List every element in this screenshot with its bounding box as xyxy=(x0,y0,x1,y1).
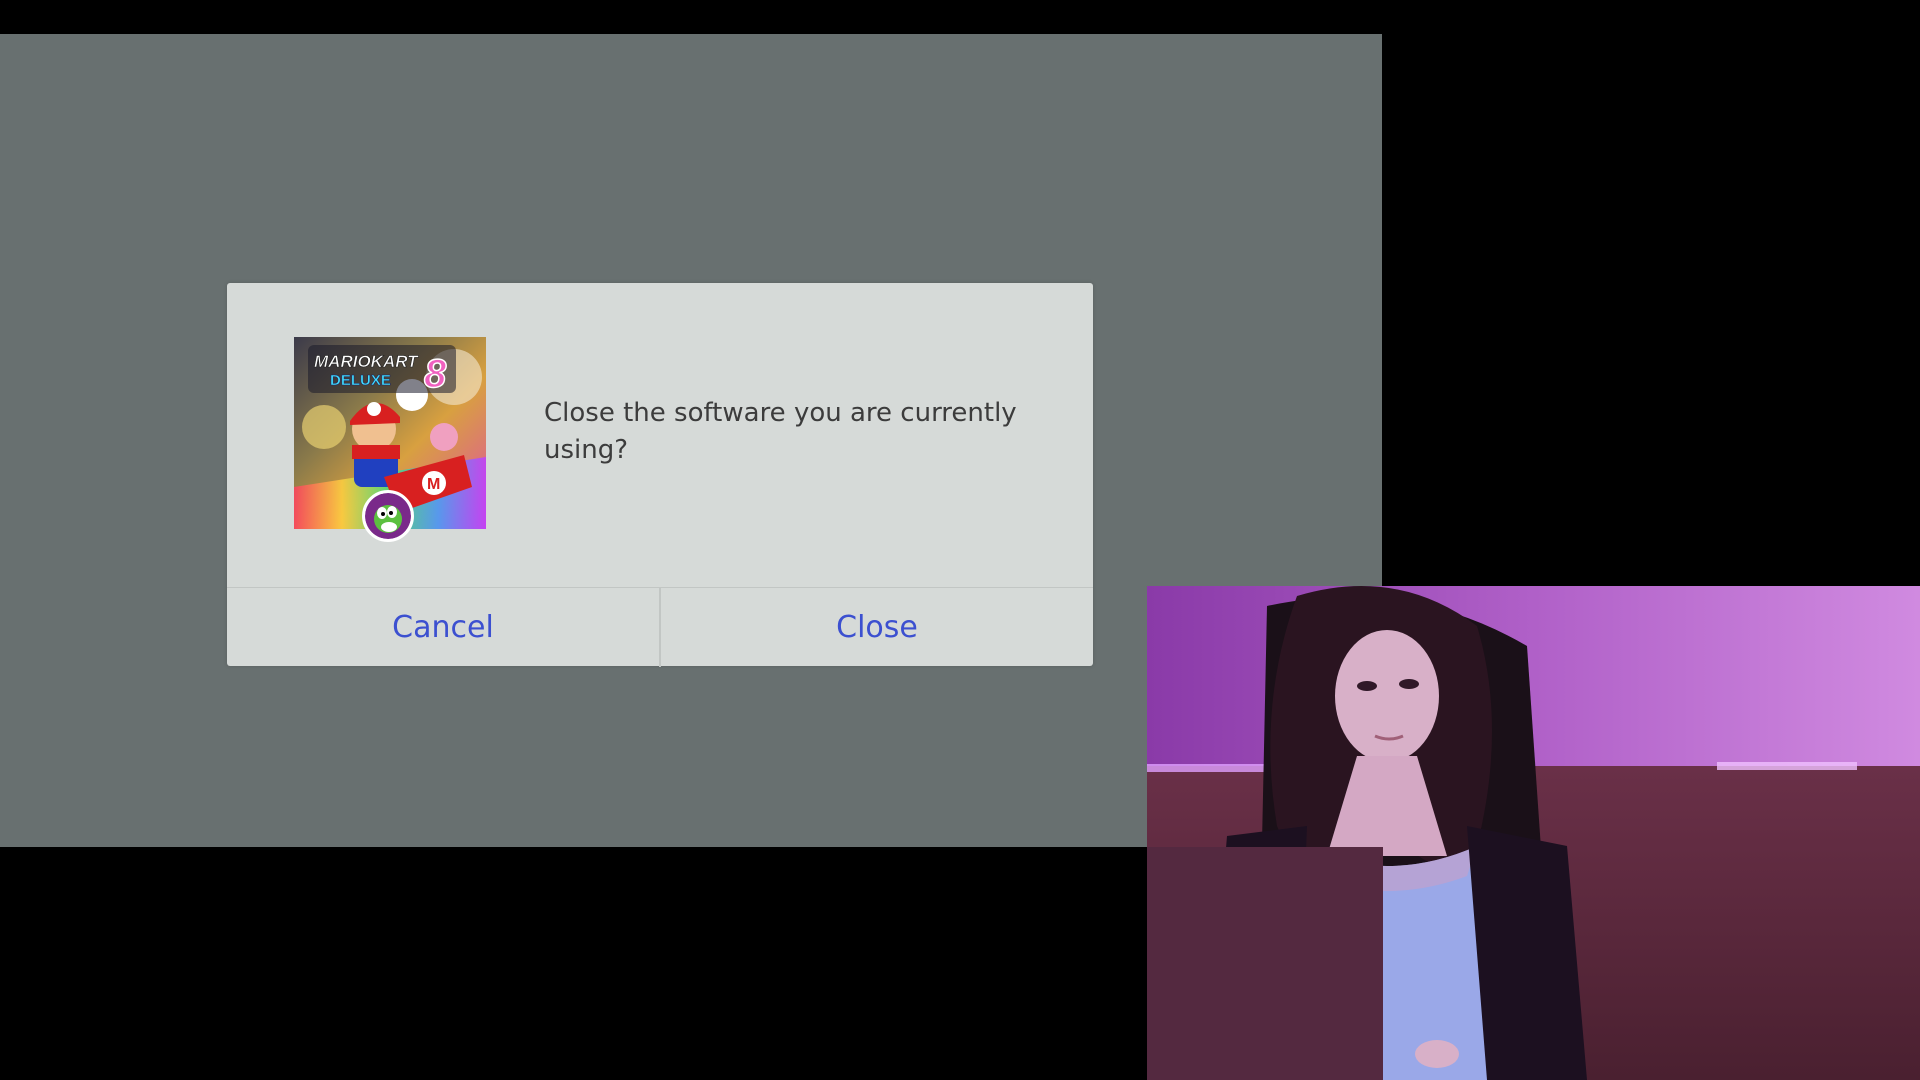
cancel-button[interactable]: Cancel xyxy=(227,588,659,667)
yoshi-avatar-icon xyxy=(362,490,414,542)
dialog-message: Close the software you are currently usi… xyxy=(544,398,1017,465)
webcam-feed-extension xyxy=(1147,847,1383,1080)
game-logo-eight: 8 xyxy=(424,352,447,396)
dialog-button-bar: Cancel Close xyxy=(227,587,1093,667)
svg-text:M: M xyxy=(427,476,440,493)
game-logo-mariokart: MARIOKART xyxy=(314,352,419,371)
dialog-body: M MARIOKART DELUXE 8 Close the software … xyxy=(227,283,1093,587)
game-logo-deluxe: DELUXE xyxy=(330,372,391,389)
close-software-dialog: M MARIOKART DELUXE 8 Close the software … xyxy=(227,283,1093,667)
close-button[interactable]: Close xyxy=(659,588,1093,667)
stream-canvas: M MARIOKART DELUXE 8 Close the software … xyxy=(0,0,1920,1080)
